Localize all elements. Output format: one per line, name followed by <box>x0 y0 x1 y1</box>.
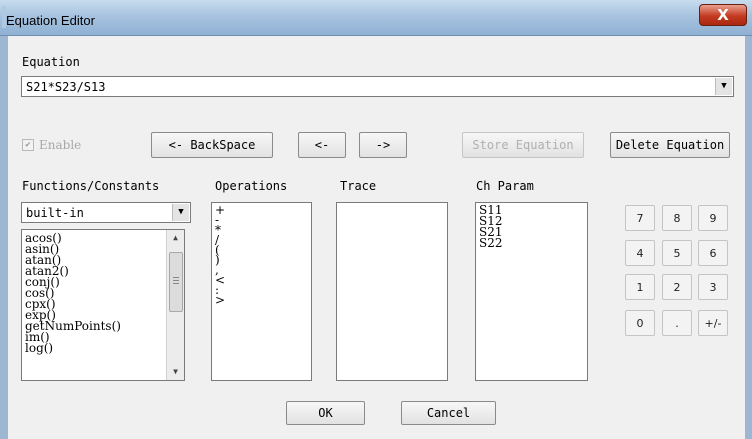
window-frame-right <box>745 36 752 439</box>
list-item[interactable]: : <box>212 284 311 296</box>
keypad-key-3[interactable]: 3 <box>698 274 728 300</box>
cancel-button[interactable]: Cancel <box>401 401 496 425</box>
operations-list[interactable]: + - * / ( ) , < : > <box>211 202 312 381</box>
list-item[interactable]: < <box>212 274 311 286</box>
title-bar[interactable] <box>0 0 752 36</box>
keypad-key-6[interactable]: 6 <box>698 240 728 266</box>
keypad-key-1[interactable]: 1 <box>625 274 655 300</box>
functions-category-select[interactable]: built-in ▼ <box>21 202 191 223</box>
cursor-right-button[interactable]: -> <box>359 132 407 158</box>
list-item[interactable]: / <box>212 234 311 246</box>
trace-list[interactable] <box>336 202 448 381</box>
chevron-down-icon[interactable]: ▼ <box>715 78 732 95</box>
chevron-down-icon[interactable]: ▼ <box>172 204 189 221</box>
window-frame-left <box>0 36 8 439</box>
cursor-left-button[interactable]: <- <box>298 132 346 158</box>
functions-scrollbar[interactable]: ▲ ▼ <box>166 230 184 380</box>
keypad-key-9[interactable]: 9 <box>698 205 728 231</box>
trace-label: Trace <box>340 179 377 193</box>
list-item[interactable]: - <box>212 214 311 226</box>
keypad-key-4[interactable]: 4 <box>625 240 655 266</box>
ch-param-list[interactable]: S11 S12 S21 S22 <box>475 202 588 381</box>
list-item[interactable]: ) <box>212 254 311 266</box>
keypad-key-0[interactable]: 0 <box>625 310 655 336</box>
equation-combobox[interactable]: S21*S23/S13 ▼ <box>21 76 734 97</box>
scroll-thumb[interactable] <box>169 252 183 312</box>
equation-label: Equation <box>22 55 80 69</box>
enable-checkbox[interactable]: ✔ <box>22 139 34 151</box>
keypad-key-5[interactable]: 5 <box>662 240 692 266</box>
list-item[interactable]: > <box>212 294 311 306</box>
window-title: Equation Editor <box>6 13 95 28</box>
scroll-down-arrow-icon[interactable]: ▼ <box>167 364 184 380</box>
operations-label: Operations <box>215 179 288 193</box>
keypad-key-2[interactable]: 2 <box>662 274 692 300</box>
list-item[interactable]: , <box>212 264 311 276</box>
keypad-key-plus-minus[interactable]: +/- <box>698 310 728 336</box>
keypad-key-8[interactable]: 8 <box>662 205 692 231</box>
functions-label: Functions/Constants <box>22 179 160 193</box>
list-item[interactable]: + <box>212 204 311 216</box>
keypad-key-decimal[interactable]: . <box>662 310 692 336</box>
list-item[interactable]: * <box>212 224 311 236</box>
delete-equation-button[interactable]: Delete Equation <box>610 132 730 158</box>
equation-input[interactable]: S21*S23/S13 <box>26 80 105 94</box>
store-equation-button[interactable]: Store Equation <box>462 132 584 158</box>
keypad-key-7[interactable]: 7 <box>625 205 655 231</box>
backspace-button[interactable]: <- BackSpace <box>151 132 273 158</box>
enable-label: Enable <box>39 138 82 152</box>
functions-list[interactable]: acos() asin() atan() atan2() conj() cos(… <box>21 229 185 381</box>
list-item[interactable]: S22 <box>476 237 587 249</box>
functions-category-value: built-in <box>26 205 84 220</box>
list-item[interactable]: log() <box>22 342 184 354</box>
ok-button[interactable]: OK <box>286 401 365 425</box>
ch-param-label: Ch Param <box>476 179 534 193</box>
list-item[interactable]: ( <box>212 244 311 256</box>
close-button[interactable]: X <box>699 4 747 26</box>
scroll-up-arrow-icon[interactable]: ▲ <box>167 230 184 246</box>
